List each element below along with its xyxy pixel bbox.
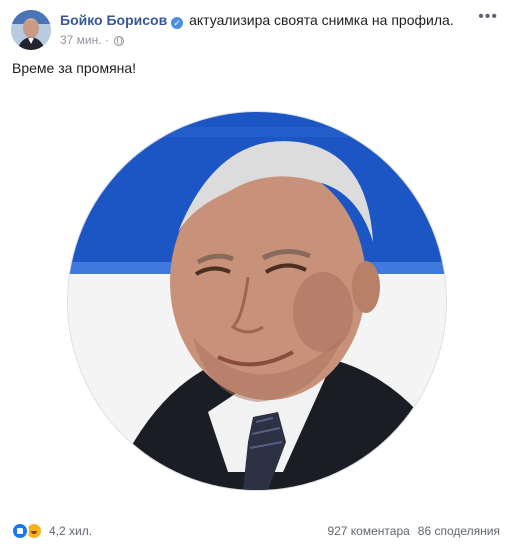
profile-picture-image[interactable]: [67, 111, 447, 491]
post-text: Време за промяна!: [12, 60, 137, 76]
facebook-post: Бойко Борисов ✓ актуализира своята снимка…: [0, 0, 514, 546]
author-name-link[interactable]: Бойко Борисов: [60, 12, 167, 28]
author-avatar[interactable]: [11, 10, 51, 50]
comments-count-link[interactable]: 927 коментара: [327, 524, 409, 538]
more-options-icon[interactable]: •••: [478, 9, 498, 25]
post-action-text: актуализира своята снимка на профила.: [189, 12, 454, 28]
shares-count-link[interactable]: 86 споделяния: [418, 524, 500, 538]
reaction-count: 4,2 хил.: [49, 524, 93, 538]
like-icon: [11, 522, 29, 540]
meta-separator: ·: [104, 33, 109, 47]
globe-icon[interactable]: [114, 36, 125, 46]
reactions-summary[interactable]: 4,2 хил.: [11, 522, 92, 540]
verified-badge-icon: ✓: [171, 17, 184, 29]
post-timestamp[interactable]: 37 мин.: [60, 33, 102, 47]
post-stats: 927 коментара 86 споделяния: [327, 524, 500, 538]
